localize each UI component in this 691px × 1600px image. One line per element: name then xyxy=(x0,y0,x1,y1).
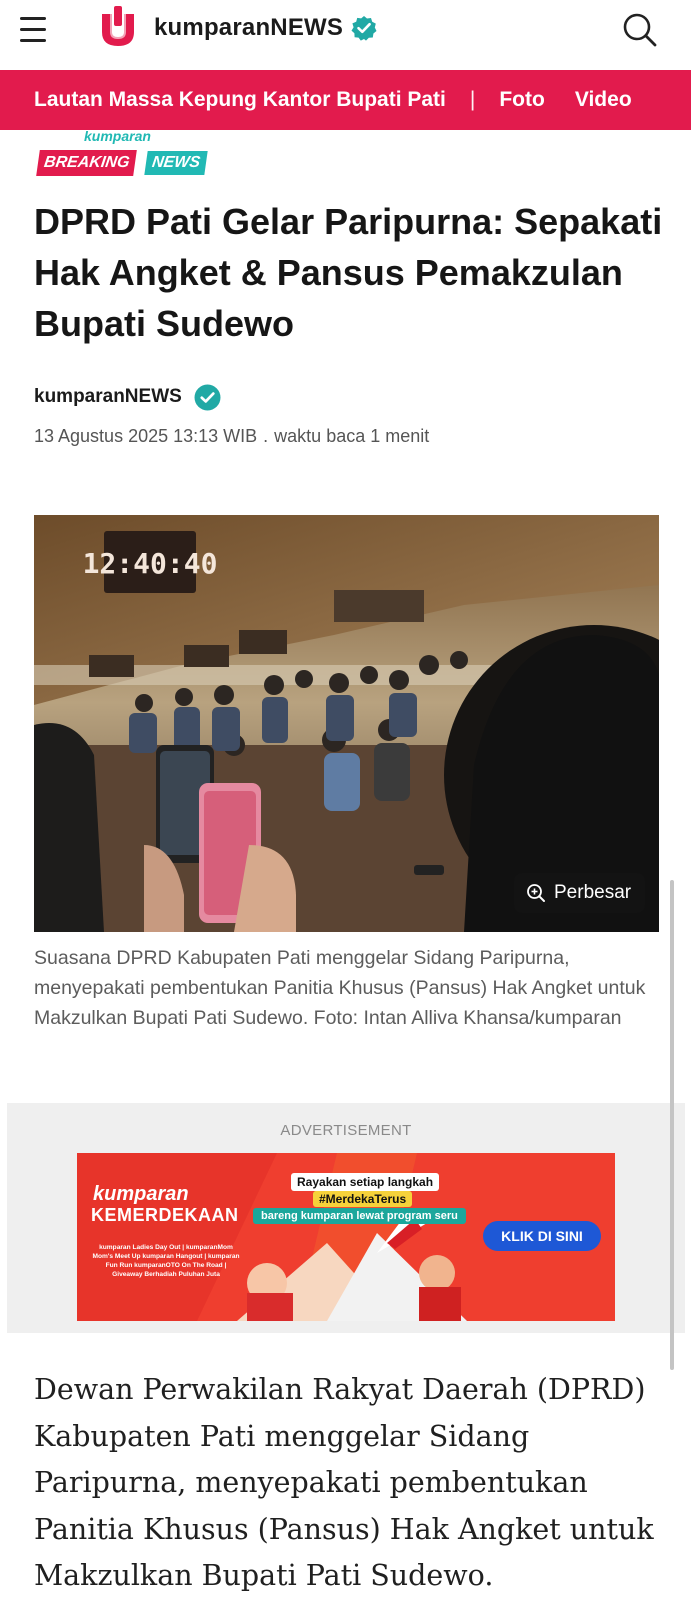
ad-brand-top: kumparan xyxy=(93,1183,189,1205)
nav-separator: | xyxy=(469,88,476,111)
ad-events-list: kumparan Ladies Day Out | kumparanMom Mo… xyxy=(92,1244,240,1278)
photo-illustration: 12:40:40 xyxy=(34,515,659,932)
ad-banner[interactable]: kumparan KEMERDEKAAN kumparan Ladies Day… xyxy=(77,1153,615,1321)
read-time: waktu baca 1 menit xyxy=(274,426,430,446)
meta-dot: . xyxy=(263,426,269,446)
top-app-bar: kumparanNEWS xyxy=(0,0,691,70)
article-meta: 13 Agustus 2025 13:13 WIB. waktu baca 1 m… xyxy=(34,426,429,447)
brand-name: kumparanNEWS xyxy=(154,14,344,41)
zoom-in-icon xyxy=(527,884,545,902)
verified-check-icon xyxy=(351,16,377,41)
ad-brand-bottom: KEMERDEKAAN xyxy=(91,1205,239,1225)
nav-video-link[interactable]: Video xyxy=(575,88,632,112)
article-title: DPRD Pati Gelar Paripurna: Sepakati Hak … xyxy=(34,201,663,344)
badge-kumparan-text: kumparan xyxy=(84,128,151,144)
search-icon[interactable] xyxy=(620,10,660,50)
brand-logo-link[interactable]: kumparanNEWS xyxy=(98,6,377,50)
ad-tagline-2: #MerdekaTerus xyxy=(313,1191,413,1207)
advertisement-label: ADVERTISEMENT xyxy=(280,1122,412,1139)
hamburger-menu-icon[interactable] xyxy=(18,14,50,46)
article-photo[interactable]: 12:40:40 Perbesar xyxy=(34,515,659,932)
photo-clock-text: 12:40:40 xyxy=(83,547,218,580)
nav-headline-link[interactable]: Lautan Massa Kepung Kantor Bupati Pati xyxy=(34,88,446,112)
breaking-news-badge: kumparan BREAKING NEWS xyxy=(36,128,211,180)
verified-check-icon xyxy=(194,384,221,410)
publish-date: 13 Agustus 2025 13:13 WIB xyxy=(34,426,258,446)
author-link[interactable]: kumparanNEWS xyxy=(34,382,221,412)
badge-breaking-text: BREAKING xyxy=(36,150,138,176)
scrollbar[interactable] xyxy=(670,880,674,1370)
enlarge-photo-label: Perbesar xyxy=(554,882,632,903)
article-body-paragraph: Dewan Perwakilan Rakyat Daerah (DPRD) Ka… xyxy=(34,1373,654,1592)
sub-navigation-strip: Lautan Massa Kepung Kantor Bupati Pati |… xyxy=(0,70,691,130)
kumparan-logo-icon xyxy=(102,6,134,46)
enlarge-photo-button[interactable]: Perbesar xyxy=(514,873,646,913)
ad-tagline-3: bareng kumparan lewat program seru xyxy=(253,1208,466,1224)
advertisement-section: ADVERTISEMENT kumparan KEMERDEKAAN kumpa… xyxy=(7,1103,685,1333)
nav-foto-link[interactable]: Foto xyxy=(499,88,544,112)
ad-tagline-1: Rayakan setiap langkah xyxy=(291,1173,440,1191)
author-name: kumparanNEWS xyxy=(34,386,182,407)
ad-cta-button[interactable]: KLIK DI SINI xyxy=(483,1221,601,1251)
badge-news-text: NEWS xyxy=(144,151,208,175)
photo-caption: Suasana DPRD Kabupaten Pati menggelar Si… xyxy=(34,947,646,1029)
